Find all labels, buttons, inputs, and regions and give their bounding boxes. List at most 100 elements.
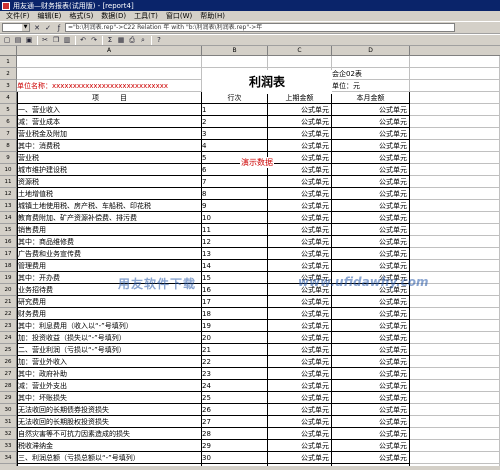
cell-empty[interactable] [410,104,500,116]
cell-item[interactable]: 其中：政府补助 [17,368,202,380]
cell-empty[interactable] [410,128,500,140]
cell-line-no[interactable]: 13 [202,248,268,260]
cell-line-no[interactable]: 14 [202,260,268,272]
cell-prev-amount[interactable]: 公式单元 [268,356,332,368]
cell-prev-amount[interactable]: 公式单元 [268,380,332,392]
row-header[interactable]: 25 [0,344,17,356]
row-header[interactable]: 16 [0,236,17,248]
menu-help[interactable]: 帮助(H) [196,11,229,21]
cell-curr-amount[interactable]: 公式单元 [332,248,410,260]
cell-line-no[interactable]: 4 [202,140,268,152]
cell-empty[interactable] [410,152,500,164]
cell-item[interactable]: 教育费附加、矿产资源补偿费、排污费 [17,212,202,224]
print-icon[interactable]: ⎙ [127,36,137,45]
cell-prev-amount[interactable]: 公式单元 [268,176,332,188]
zoom-icon[interactable]: ⌕ [138,36,148,45]
row-header[interactable]: 4 [0,92,17,104]
select-all-corner[interactable] [0,46,17,56]
chart-icon[interactable]: ▦ [116,36,126,45]
cell-item[interactable]: 减：营业外支出 [17,380,202,392]
cell-empty[interactable] [268,56,332,68]
row-header[interactable]: 14 [0,212,17,224]
cell-prev-amount[interactable]: 公式单元 [268,452,332,464]
row-header[interactable]: 27 [0,368,17,380]
cell-empty[interactable] [410,368,500,380]
cell-curr-amount[interactable]: 公式单元 [332,356,410,368]
row-header[interactable]: 10 [0,164,17,176]
spreadsheet[interactable]: A B C D 1 2 会企02表 3 单位名称：xxxxxxxxxxxxxxxxxxx… [0,46,500,466]
row-header[interactable]: 23 [0,320,17,332]
cell-curr-amount[interactable]: 公式单元 [332,176,410,188]
cell-item[interactable]: 广告费和业务宣传费 [17,248,202,260]
function-icon[interactable]: ƒ [54,23,64,32]
cell-item[interactable]: 无法收回的长期债券投资损失 [17,404,202,416]
cell-prev-amount[interactable]: 公式单元 [268,200,332,212]
row-header[interactable]: 32 [0,428,17,440]
cell-line-no[interactable]: 28 [202,428,268,440]
column-header-c[interactable]: C [268,46,332,56]
cell-empty[interactable] [410,248,500,260]
row-header[interactable]: 7 [0,128,17,140]
undo-icon[interactable]: ↶ [78,36,88,45]
cell-curr-amount[interactable]: 公式单元 [332,116,410,128]
cell-line-no[interactable]: 18 [202,308,268,320]
cut-icon[interactable]: ✂ [40,36,50,45]
cell-prev-amount[interactable]: 公式单元 [268,104,332,116]
cell-line-no[interactable]: 8 [202,188,268,200]
row-header[interactable]: 15 [0,224,17,236]
cell-prev-amount[interactable]: 公式单元 [268,428,332,440]
redo-icon[interactable]: ↷ [89,36,99,45]
cell-prev-amount[interactable]: 公式单元 [268,188,332,200]
copy-icon[interactable]: ❐ [51,36,61,45]
cell-empty[interactable] [410,296,500,308]
cell-prev-amount[interactable]: 公式单元 [268,164,332,176]
row-header[interactable]: 29 [0,392,17,404]
row-header[interactable]: 6 [0,116,17,128]
help-icon[interactable]: ? [154,36,164,45]
row-header[interactable]: 26 [0,356,17,368]
formula-input[interactable]: ="b:\利润表.rep"->C22 Relation 年 with "b:\利… [65,23,455,32]
menu-format[interactable]: 格式(S) [65,11,97,21]
cell-curr-amount[interactable]: 公式单元 [332,260,410,272]
menu-data[interactable]: 数据(D) [97,11,130,21]
row-header[interactable]: 8 [0,140,17,152]
cell-prev-amount[interactable]: 公式单元 [268,368,332,380]
cell-empty[interactable] [332,56,410,68]
cell-empty[interactable] [410,380,500,392]
new-file-icon[interactable]: ▢ [2,36,12,45]
cell-line-no[interactable]: 21 [202,344,268,356]
cell-prev-amount[interactable]: 公式单元 [268,296,332,308]
cell-item[interactable]: 销售费用 [17,224,202,236]
row-header[interactable]: 28 [0,380,17,392]
menu-tools[interactable]: 工具(T) [130,11,162,21]
cell-empty[interactable] [410,68,500,80]
cell-empty[interactable] [202,56,268,68]
cell-prev-amount[interactable]: 公式单元 [268,236,332,248]
cell-prev-amount[interactable]: 公式单元 [268,344,332,356]
row-header[interactable]: 5 [0,104,17,116]
cell-curr-amount[interactable]: 公式单元 [332,380,410,392]
cell-item[interactable]: 三、利润总额（亏损总额以“-”号填列） [17,452,202,464]
row-header[interactable]: 11 [0,176,17,188]
cell-line-no[interactable]: 9 [202,200,268,212]
column-header-b[interactable]: B [202,46,268,56]
cell-empty[interactable] [410,392,500,404]
column-header-d[interactable]: D [332,46,410,56]
cell-empty[interactable] [410,140,500,152]
cell-line-no[interactable]: 1 [202,104,268,116]
row-header[interactable]: 12 [0,188,17,200]
chevron-down-icon[interactable]: ▼ [22,24,29,31]
cell-line-no[interactable]: 30 [202,452,268,464]
row-header[interactable]: 2 [0,68,17,80]
cancel-icon[interactable]: ✕ [32,23,42,32]
cell-empty[interactable] [410,236,500,248]
cell-prev-amount[interactable]: 公式单元 [268,128,332,140]
cell-empty[interactable] [17,56,202,68]
cell-empty[interactable] [410,200,500,212]
row-header[interactable]: 13 [0,200,17,212]
cell-item[interactable]: 无法收回的长期股权投资损失 [17,416,202,428]
cell-item[interactable]: 其中：利息费用（收入以“-”号填列） [17,320,202,332]
cell-empty[interactable] [410,164,500,176]
cell-curr-amount[interactable]: 公式单元 [332,164,410,176]
row-header[interactable]: 18 [0,260,17,272]
